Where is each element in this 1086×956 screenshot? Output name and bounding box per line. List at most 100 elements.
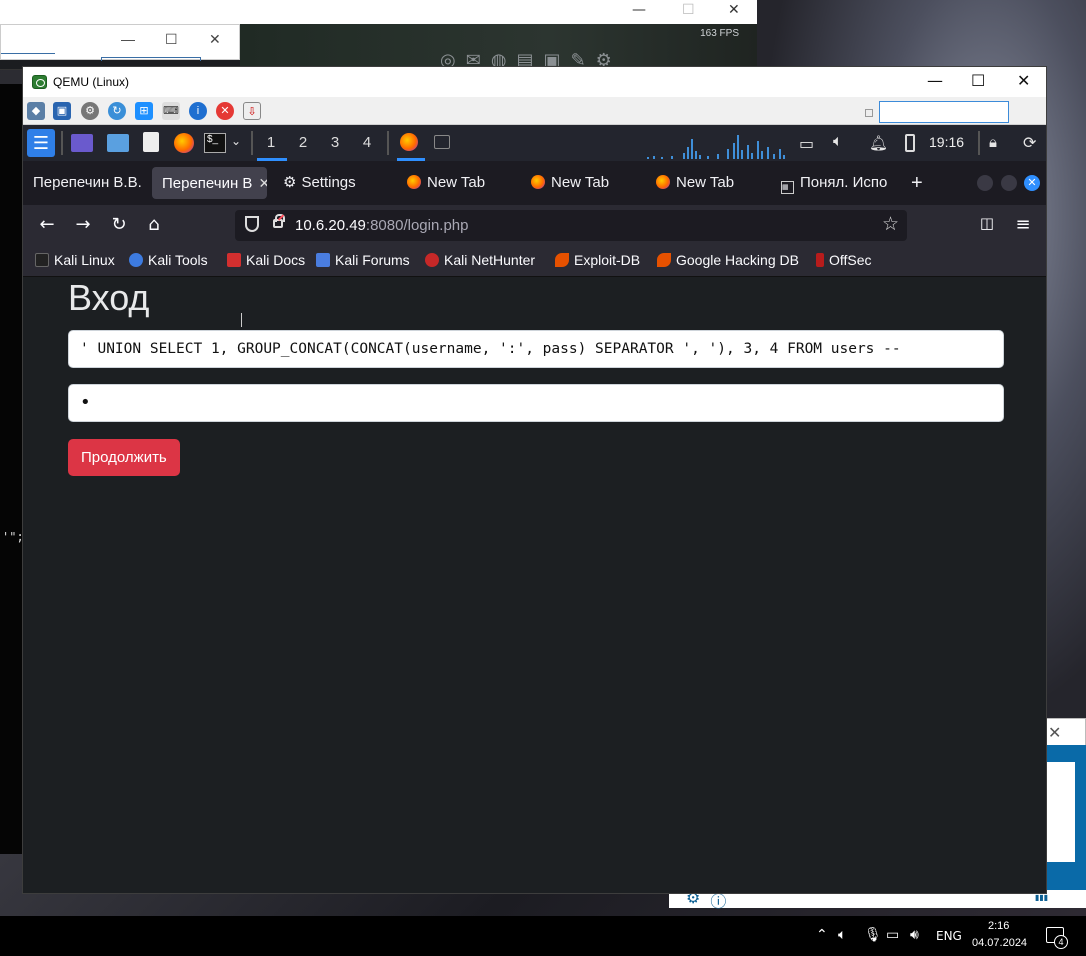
speaker-muted-icon[interactable]: 🔈︎ [838,927,846,943]
window-maximize-dot[interactable] [1001,175,1017,191]
workspace-3[interactable]: 3 [323,134,347,151]
terminal-task-icon[interactable] [434,135,450,149]
workspace-4[interactable]: 4 [355,134,379,151]
volume-icon[interactable]: 🔊︎ [910,927,919,943]
bookmark-kali-nethunter[interactable]: Kali NetHunter [425,252,535,268]
vm-settings-icon[interactable]: ◆ [27,102,45,120]
minimize-icon[interactable]: — [632,2,646,18]
qemu-toolbar: ◆ ▣ ⚙ ↻ ⊞ ⌨ i ✕ ⇩ [23,97,1046,125]
maximize-button[interactable]: ☐ [971,71,985,90]
bookmark-star-icon[interactable]: ☆ [882,213,899,236]
maximize-icon: ☐ [682,2,695,18]
gear-icon: ⚙ [283,174,297,191]
shield-icon[interactable] [245,216,259,232]
password-input[interactable]: • [68,384,1004,422]
qemu-window[interactable]: QEMU (Linux) — ☐ ✕ ◆ ▣ ⚙ ↻ ⊞ ⌨ i ✕ ⇩ ☰ $… [22,66,1047,894]
username-input[interactable]: ' UNION SELECT 1, GROUP_CONCAT(CONCAT(us… [68,330,1004,368]
minimize-button[interactable]: — [927,71,943,90]
tab-perepechin-active[interactable]: Перепечин В ✕ [152,167,267,199]
workspace-1[interactable]: 1 [259,134,283,151]
refresh-icon[interactable]: ↻ [108,102,126,120]
close-icon[interactable]: ✕ [1048,723,1061,743]
qemu-titlebar[interactable]: QEMU (Linux) — ☐ ✕ [23,67,1046,97]
chevron-down-icon[interactable]: ⌄ [231,134,241,148]
pocket-icon[interactable]: ◫ [975,214,999,232]
bookmark-google-hacking-db[interactable]: Google Hacking DB [657,252,799,268]
address-bar[interactable]: 10.6.20.49:8080/login.php ☆ [235,210,907,241]
gear-icon[interactable]: ⚙ [81,102,99,120]
tab-label: Settings [301,174,356,191]
workspace-2[interactable]: 2 [291,134,315,151]
taskbar-date[interactable]: 04.07.2024 [972,937,1027,949]
background-window-titlebar[interactable]: — ☐ ✕ [0,0,757,24]
monitor-icon[interactable]: ▭ [799,134,814,154]
window-close-dot[interactable]: ✕ [1024,175,1040,191]
reload-icon[interactable]: ↻ [107,214,131,235]
forward-arrow-icon[interactable]: → [71,214,95,235]
game-viewport: ◎ ✉ ◍ ▤ ▣ ✎ ⚙ 163 FPS [240,24,757,70]
microphone-icon[interactable]: 🎙︎ [864,927,882,943]
terminal-icon[interactable]: $_ [204,133,226,153]
taskbar-time[interactable]: 2:16 [988,920,1009,932]
stop-icon[interactable]: ✕ [216,102,234,120]
back-arrow-icon[interactable]: ← [35,214,59,235]
search-toggle-icon[interactable] [865,109,873,117]
bookmark-kali-docs[interactable]: Kali Docs [227,252,305,268]
info-icon[interactable]: i [189,102,207,120]
fullscreen-icon[interactable]: ▣ [53,102,71,120]
kali-tools-icon [129,253,143,267]
firefox-icon[interactable] [174,133,194,153]
file-manager-icon[interactable] [107,134,129,152]
tab-new-2[interactable]: New Tab [521,167,641,199]
qemu-app-icon [32,75,47,89]
chevron-up-icon[interactable]: ⌃ [816,927,828,943]
tab-new-3[interactable]: New Tab [646,167,766,199]
network-icon[interactable]: ▭ [886,927,899,943]
battery-icon[interactable] [905,134,915,152]
logout-icon[interactable]: ⟳ [1023,133,1036,153]
insecure-lock-icon[interactable] [273,214,285,228]
windows-taskbar: ⌃ 🔈︎ 🎙︎ ▭ 🔊︎ ENG 2:16 04.07.2024 [0,916,1086,956]
tab-settings[interactable]: ⚙ Settings [273,167,383,199]
qemu-search-input[interactable] [879,101,1009,123]
firefox-nav-bar: ← → ↻ ⌂ 10.6.20.49:8080/login.php ☆ ◫ ≡ [23,205,1046,245]
offsec-icon [816,253,824,267]
panel-clock[interactable]: 19:16 [929,134,964,150]
new-tab-button[interactable]: + [901,167,931,199]
bookmark-kali-forums[interactable]: Kali Forums [316,252,410,268]
close-tab-icon[interactable]: ✕ [258,175,267,191]
lock-icon[interactable]: 🔒︎ [989,134,997,151]
bookmark-exploit-db[interactable]: Exploit-DB [555,252,640,268]
home-icon[interactable]: ⌂ [142,214,166,235]
firefox-task-icon[interactable] [400,133,418,151]
hamburger-menu-icon[interactable]: ≡ [1011,214,1035,235]
background-small-window[interactable]: — ☐ ✕ [0,24,240,61]
divider [251,131,253,155]
window-minimize-dot[interactable] [977,175,993,191]
bookmark-kali-tools[interactable]: Kali Tools [129,252,208,268]
windows-icon[interactable]: ⊞ [135,102,153,120]
desktop-icon[interactable] [71,134,93,152]
bookmark-offsec[interactable]: OffSec [816,252,872,268]
maximize-icon[interactable]: ☐ [165,31,178,48]
close-icon[interactable]: ✕ [728,2,740,18]
language-indicator[interactable]: ENG [936,929,962,943]
tab-ponyal[interactable]: ▦ Понял. Испо [771,167,889,199]
kali-docs-icon [227,253,241,267]
tab-perepechin-1[interactable]: Перепечин В.В. [23,167,151,199]
bookmark-kali-linux[interactable]: Kali Linux [35,252,115,268]
keyboard-icon[interactable]: ⌨ [162,102,180,120]
close-button[interactable]: ✕ [1017,71,1030,90]
url-path: :8080/login.php [365,217,469,234]
close-icon[interactable]: ✕ [209,31,221,48]
url-text[interactable]: 10.6.20.49:8080/login.php [295,217,469,234]
tab-new-1[interactable]: New Tab [397,167,517,199]
text-editor-icon[interactable] [143,132,159,152]
kali-menu-icon[interactable]: ☰ [27,129,55,157]
volume-icon[interactable]: 🔈︎ [833,133,843,151]
bell-icon[interactable]: 🔔︎ [869,134,888,152]
page-title: Вход [68,277,150,318]
minimize-icon[interactable]: — [121,31,135,47]
disconnect-icon[interactable]: ⇩ [243,102,261,120]
continue-button[interactable]: Продолжить [68,439,180,476]
